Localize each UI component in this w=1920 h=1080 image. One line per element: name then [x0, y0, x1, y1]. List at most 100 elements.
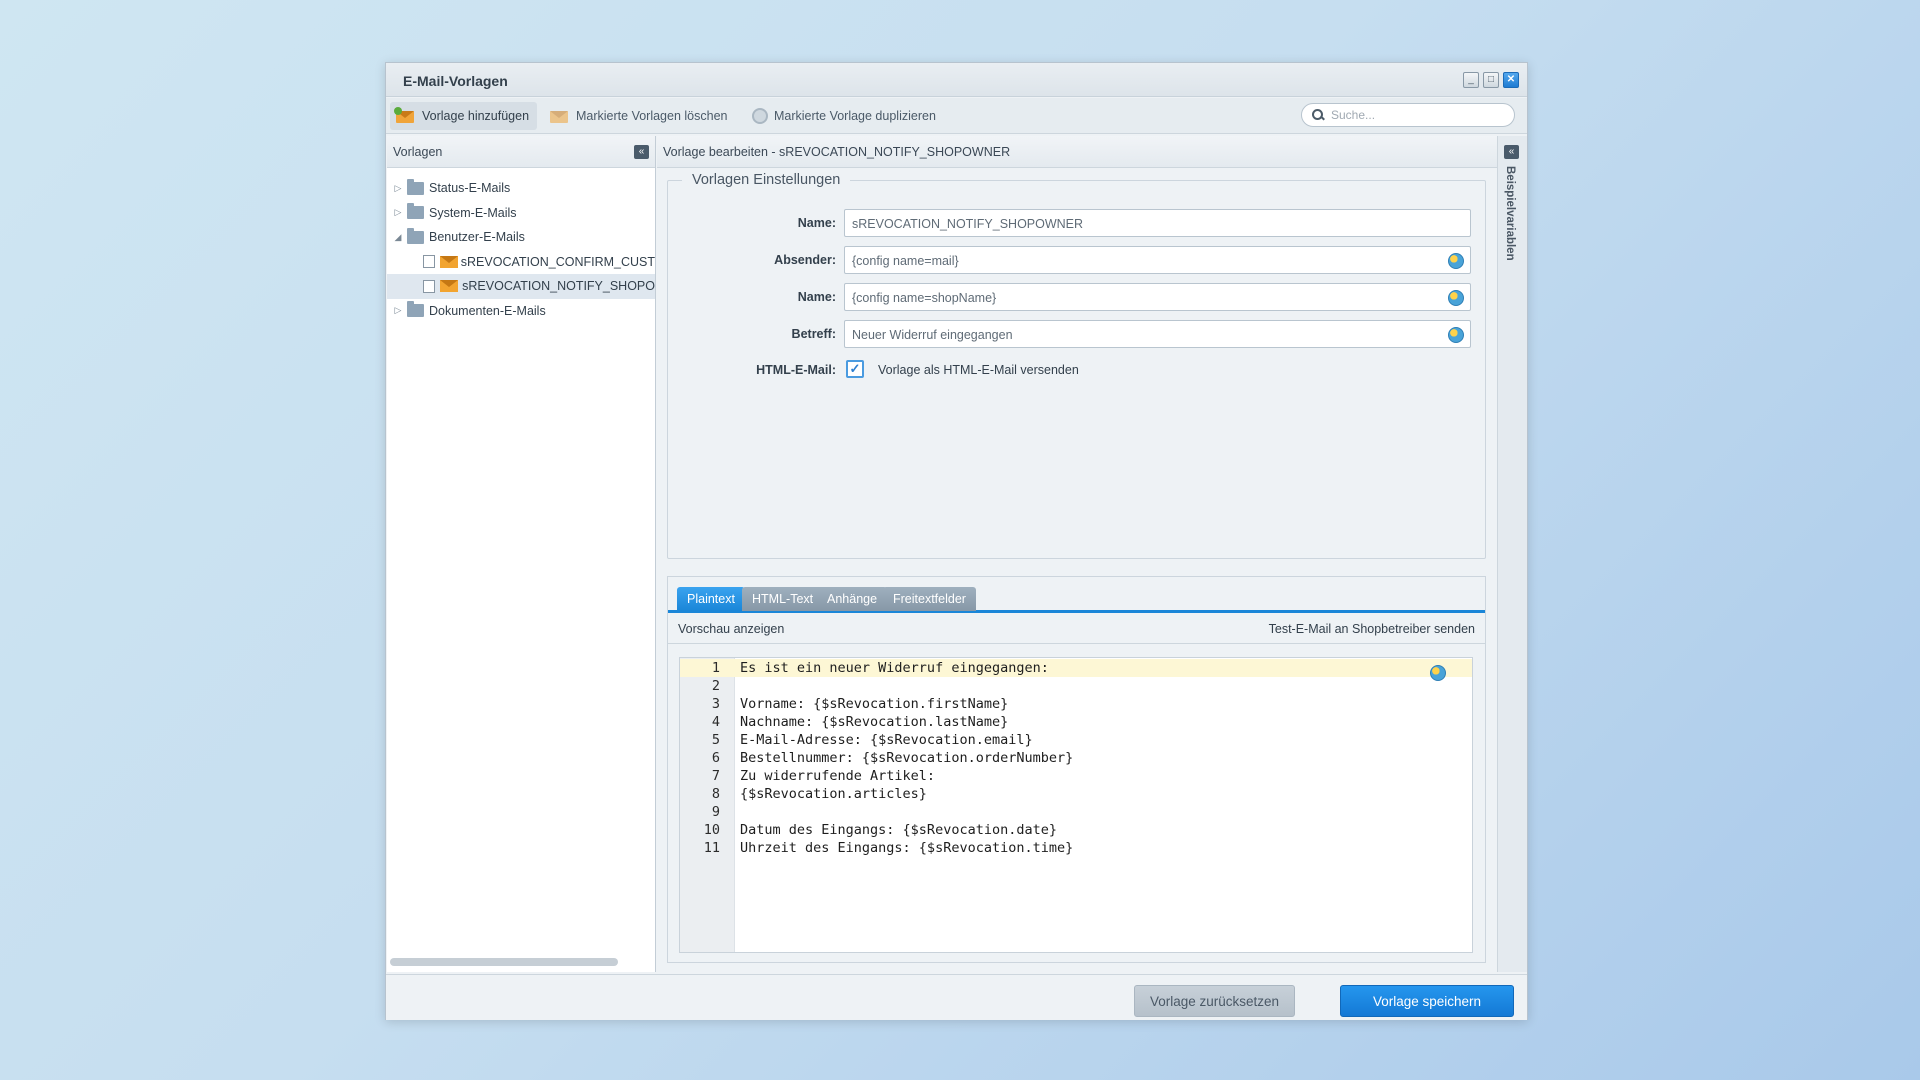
subject-field[interactable]: Neuer Widerruf eingegangen	[844, 320, 1471, 348]
line-number: 3	[711, 696, 720, 712]
editor-toolbar: Vorschau anzeigen Test-E-Mail an Shopbet…	[668, 614, 1485, 644]
subject-label: Betreff:	[791, 327, 836, 341]
line-number: 7	[711, 768, 720, 784]
sample-variables-panel[interactable]: « Beispielvariablen	[1497, 136, 1527, 972]
show-preview-button[interactable]: Vorschau anzeigen	[678, 622, 784, 636]
tree-label: Dokumenten-E-Mails	[429, 303, 546, 318]
send-test-mail-button[interactable]: Test-E-Mail an Shopbetreiber senden	[1269, 622, 1475, 636]
templates-tree: ▷ Status-E-Mails ▷ System-E-Mails ◢ Benu…	[387, 168, 655, 323]
line-number: 5	[711, 732, 720, 748]
code-line[interactable]: 5 E-Mail-Adresse: {$sRevocation.email}	[680, 731, 1472, 749]
sender-label: Absender:	[774, 253, 836, 267]
code-line[interactable]: 10 Datum des Eingangs: {$sRevocation.date…	[680, 821, 1472, 839]
folder-icon	[407, 178, 424, 195]
tree-folder-user[interactable]: ◢ Benutzer-E-Mails	[387, 225, 655, 250]
line-text: Es ist ein neuer Widerruf eingegangen:	[740, 660, 1049, 676]
code-line[interactable]: 4 Nachname: {$sRevocation.lastName}	[680, 713, 1472, 731]
collapse-arrow-icon[interactable]: ◢	[393, 232, 403, 243]
code-line[interactable]: 3 Vorname: {$sRevocation.firstName}	[680, 695, 1472, 713]
template-settings-fieldset: Vorlagen Einstellungen Name: sREVOCATION…	[667, 172, 1487, 559]
templates-tree-panel: Vorlagen « ▷ Status-E-Mails ▷ System-E-M…	[387, 136, 656, 972]
html-mail-checkbox[interactable]: ✓	[846, 360, 864, 378]
html-mail-checkbox-label[interactable]: Vorlage als HTML-E-Mail versenden	[878, 363, 1079, 377]
email-templates-window: E-Mail-Vorlagen _ □ ✕ Vorlage hinzufügen…	[385, 62, 1528, 1020]
item-checkbox[interactable]	[423, 279, 436, 293]
line-number: 4	[711, 714, 720, 730]
search-icon	[1312, 109, 1324, 121]
search-input[interactable]	[1331, 108, 1491, 122]
collapse-left-icon[interactable]: «	[634, 145, 649, 159]
code-line[interactable]: 7 Zu widerrufende Artikel:	[680, 767, 1472, 785]
tree-folder-documents[interactable]: ▷ Dokumenten-E-Mails	[387, 299, 655, 324]
item-checkbox[interactable]	[423, 255, 435, 269]
line-number: 10	[703, 822, 720, 838]
expand-arrow-icon[interactable]: ▷	[393, 183, 403, 194]
name-field[interactable]: sREVOCATION_NOTIFY_SHOPOWNER	[844, 209, 1471, 237]
expand-arrow-icon[interactable]: ▷	[393, 305, 403, 316]
tab-free-text-fields[interactable]: Freitextfelder	[883, 587, 976, 611]
folder-icon	[407, 301, 424, 318]
code-editor[interactable]: 1 Es ist ein neuer Widerruf eingegangen: …	[679, 657, 1473, 953]
code-line[interactable]: 11 Uhrzeit des Eingangs: {$sRevocation.ti…	[680, 839, 1472, 857]
reset-template-button[interactable]: Vorlage zurücksetzen	[1134, 985, 1295, 1017]
name-label: Name:	[797, 216, 836, 230]
tab-html-text[interactable]: HTML-Text	[742, 587, 824, 611]
expand-right-icon[interactable]: «	[1504, 145, 1519, 159]
editor-tabs: Plaintext HTML-Text Anhänge Freitextfeld…	[668, 577, 1485, 613]
folder-open-icon	[407, 227, 424, 244]
subject-value: Neuer Widerruf eingegangen	[852, 328, 1013, 342]
name-row: Name: sREVOCATION_NOTIFY_SHOPOWNER	[668, 209, 1487, 237]
templates-panel-title: Vorlagen	[393, 144, 443, 159]
code-line[interactable]: 1 Es ist ein neuer Widerruf eingegangen:	[680, 659, 1472, 677]
save-template-button[interactable]: Vorlage speichern	[1340, 985, 1514, 1017]
sender-name-field[interactable]: {config name=shopName}	[844, 283, 1471, 311]
expand-arrow-icon[interactable]: ▷	[393, 207, 403, 218]
add-mail-icon	[394, 107, 416, 123]
minimize-icon[interactable]: _	[1463, 72, 1479, 88]
tree-folder-system[interactable]: ▷ System-E-Mails	[387, 201, 655, 226]
line-number: 8	[711, 786, 720, 802]
sender-name-label: Name:	[797, 290, 836, 304]
translation-globe-icon[interactable]	[1430, 665, 1446, 681]
add-template-button[interactable]: Vorlage hinzufügen	[390, 102, 538, 130]
tree-folder-status[interactable]: ▷ Status-E-Mails	[387, 176, 655, 201]
line-number: 1	[711, 660, 720, 676]
tree-item-revocation-confirm[interactable]: sREVOCATION_CONFIRM_CUST	[387, 250, 655, 275]
horizontal-scrollbar[interactable]	[390, 958, 618, 966]
tab-plaintext[interactable]: Plaintext	[677, 587, 745, 611]
translation-globe-icon[interactable]	[1448, 253, 1464, 269]
code-line[interactable]: 2	[680, 677, 1472, 695]
templates-panel-header: Vorlagen «	[387, 136, 655, 168]
line-number: 2	[711, 678, 720, 694]
tab-attachments[interactable]: Anhänge	[817, 587, 888, 611]
search-box[interactable]	[1301, 103, 1515, 127]
duplicate-template-button[interactable]: Markierte Vorlage duplizieren	[746, 102, 944, 130]
close-icon[interactable]: ✕	[1503, 72, 1519, 88]
line-text: Nachname: {$sRevocation.lastName}	[740, 714, 1009, 730]
tree-label: sREVOCATION_NOTIFY_SHOPO	[462, 279, 655, 294]
code-line[interactable]: 6 Bestellnummer: {$sRevocation.orderNumbe…	[680, 749, 1472, 767]
window-footer: Vorlage zurücksetzen Vorlage speichern	[386, 974, 1527, 1020]
maximize-icon[interactable]: □	[1483, 72, 1499, 88]
code-line[interactable]: 9	[680, 803, 1472, 821]
translation-globe-icon[interactable]	[1448, 327, 1464, 343]
delete-templates-button[interactable]: Markierte Vorlagen löschen	[544, 102, 735, 130]
line-text: {$sRevocation.articles}	[740, 786, 927, 802]
code-line[interactable]: 8 {$sRevocation.articles}	[680, 785, 1472, 803]
sender-value: {config name=mail}	[852, 254, 959, 268]
tree-label: sREVOCATION_CONFIRM_CUST	[460, 254, 655, 269]
line-text: Zu widerrufende Artikel:	[740, 768, 936, 784]
line-number: 11	[703, 840, 720, 856]
tree-label: Status-E-Mails	[429, 181, 511, 196]
folder-icon	[407, 203, 424, 220]
sender-field[interactable]: {config name=mail}	[844, 246, 1471, 274]
edit-panel-header: Vorlage bearbeiten - sREVOCATION_NOTIFY_…	[657, 136, 1497, 168]
window-titlebar[interactable]: E-Mail-Vorlagen _ □ ✕	[386, 63, 1527, 97]
template-settings-legend: Vorlagen Einstellungen	[682, 172, 851, 188]
sender-row: Absender: {config name=mail}	[668, 246, 1487, 274]
translation-globe-icon[interactable]	[1448, 290, 1464, 306]
add-template-label: Vorlage hinzufügen	[422, 109, 530, 123]
sender-name-row: Name: {config name=shopName}	[668, 283, 1487, 311]
tree-item-revocation-notify[interactable]: sREVOCATION_NOTIFY_SHOPO	[387, 274, 655, 299]
mail-icon	[440, 280, 459, 293]
